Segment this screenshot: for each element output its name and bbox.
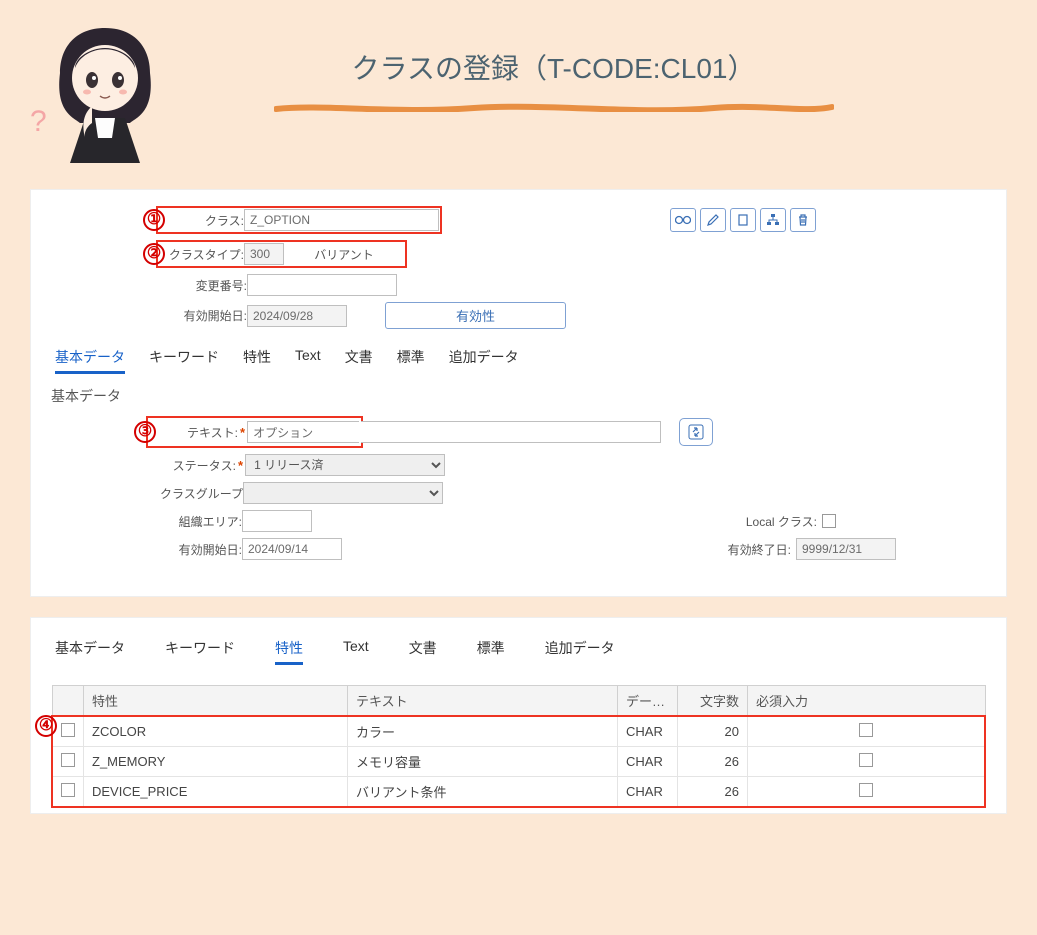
table-row[interactable]: ZCOLOR カラー CHAR 20	[52, 716, 985, 747]
tab-additional-data[interactable]: 追加データ	[449, 347, 519, 374]
changeno-input[interactable]	[247, 274, 397, 296]
cell-dtype: CHAR	[618, 716, 678, 747]
variant-label: バリアント	[284, 246, 404, 263]
tab-text[interactable]: Text	[295, 347, 321, 374]
tab2-characteristics[interactable]: 特性	[275, 638, 303, 665]
cell-text: バリアント条件	[348, 777, 618, 808]
required-asterisk: *	[238, 458, 243, 473]
validity-button[interactable]: 有効性	[385, 302, 566, 329]
hierarchy-icon[interactable]	[760, 208, 786, 232]
validto-input[interactable]	[796, 538, 896, 560]
classtype-input[interactable]	[244, 243, 284, 265]
row-checkbox[interactable]	[61, 723, 75, 737]
tab-keyword[interactable]: キーワード	[149, 347, 219, 374]
tabs-1: 基本データ キーワード 特性 Text 文書 標準 追加データ	[55, 347, 986, 374]
underline-decoration	[274, 102, 834, 112]
cell-text: メモリ容量	[348, 747, 618, 777]
req-checkbox[interactable]	[859, 753, 873, 767]
expand-icon[interactable]	[679, 418, 713, 446]
row-checkbox[interactable]	[61, 753, 75, 767]
glasses-icon[interactable]	[670, 208, 696, 232]
cell-len: 26	[678, 777, 748, 808]
cell-len: 26	[678, 747, 748, 777]
class-input[interactable]	[244, 209, 439, 231]
status-select[interactable]: 1 リリース済	[245, 454, 445, 476]
callout-1: ①	[143, 209, 165, 231]
status-label: ステータス:	[146, 457, 236, 474]
col-characteristic: 特性	[84, 686, 348, 717]
col-datatype: デー…	[618, 686, 678, 717]
tab2-keyword[interactable]: キーワード	[165, 638, 235, 665]
trash-icon[interactable]	[790, 208, 816, 232]
required-asterisk: *	[240, 425, 245, 440]
validfrom2-input[interactable]	[242, 538, 342, 560]
question-mark-icon: ?	[30, 105, 47, 139]
tab2-document[interactable]: 文書	[409, 638, 437, 665]
tab-document[interactable]: 文書	[345, 347, 373, 374]
col-required: 必須入力	[748, 686, 986, 717]
validfrom2-label: 有効開始日:	[146, 541, 242, 558]
req-checkbox[interactable]	[859, 723, 873, 737]
tab2-basic-data[interactable]: 基本データ	[55, 638, 125, 665]
text-input[interactable]	[247, 421, 359, 443]
copy-icon[interactable]	[730, 208, 756, 232]
req-checkbox[interactable]	[859, 783, 873, 797]
col-length: 文字数	[678, 686, 748, 717]
tab-basic-data[interactable]: 基本データ	[55, 347, 125, 374]
class-label: クラス:	[159, 212, 244, 229]
text-label: テキスト:	[150, 424, 238, 441]
table-row[interactable]: DEVICE_PRICE バリアント条件 CHAR 26	[52, 777, 985, 808]
validfrom-input[interactable]	[247, 305, 347, 327]
row-checkbox[interactable]	[61, 783, 75, 797]
orgarea-label: 組織エリア:	[146, 513, 242, 530]
characteristics-table: 特性 テキスト デー… 文字数 必須入力 ZCOLOR カラー CHAR 20	[51, 685, 986, 808]
changeno-label: 変更番号:	[161, 277, 247, 294]
validto-label: 有効終了日:	[701, 541, 791, 558]
classgrp-select[interactable]	[243, 482, 443, 504]
cell-char: DEVICE_PRICE	[84, 777, 348, 808]
table-header-row: 特性 テキスト デー… 文字数 必須入力	[52, 686, 985, 717]
cell-len: 20	[678, 716, 748, 747]
page-title: クラスの登録（T-CODE:CL01）	[110, 47, 997, 135]
section1-title: 基本データ	[51, 386, 986, 406]
tab-characteristics[interactable]: 特性	[243, 347, 271, 374]
tabs-2: 基本データ キーワード 特性 Text 文書 標準 追加データ	[55, 638, 986, 665]
cell-char: Z_MEMORY	[84, 747, 348, 777]
classgrp-label: クラスグループ	[146, 485, 243, 502]
tab2-standard[interactable]: 標準	[477, 638, 505, 665]
localclass-checkbox[interactable]	[822, 514, 836, 528]
callout-2: ②	[143, 243, 165, 265]
table-row[interactable]: Z_MEMORY メモリ容量 CHAR 26	[52, 747, 985, 777]
page-title-text: クラスの登録（T-CODE:CL01）	[352, 53, 756, 84]
tab-standard[interactable]: 標準	[397, 347, 425, 374]
cell-dtype: CHAR	[618, 747, 678, 777]
cell-dtype: CHAR	[618, 777, 678, 808]
localclass-label: Local クラス:	[727, 513, 817, 530]
col-select	[52, 686, 84, 717]
tab2-text[interactable]: Text	[343, 638, 369, 665]
classtype-label: クラスタイプ:	[159, 246, 244, 263]
callout-3: ③	[134, 421, 156, 443]
cell-text: カラー	[348, 716, 618, 747]
pencil-icon[interactable]	[700, 208, 726, 232]
cell-char: ZCOLOR	[84, 716, 348, 747]
orgarea-input[interactable]	[242, 510, 312, 532]
validfrom-label: 有効開始日:	[161, 307, 247, 324]
col-text: テキスト	[348, 686, 618, 717]
callout-4: ④	[35, 715, 57, 737]
tab2-additional-data[interactable]: 追加データ	[545, 638, 615, 665]
